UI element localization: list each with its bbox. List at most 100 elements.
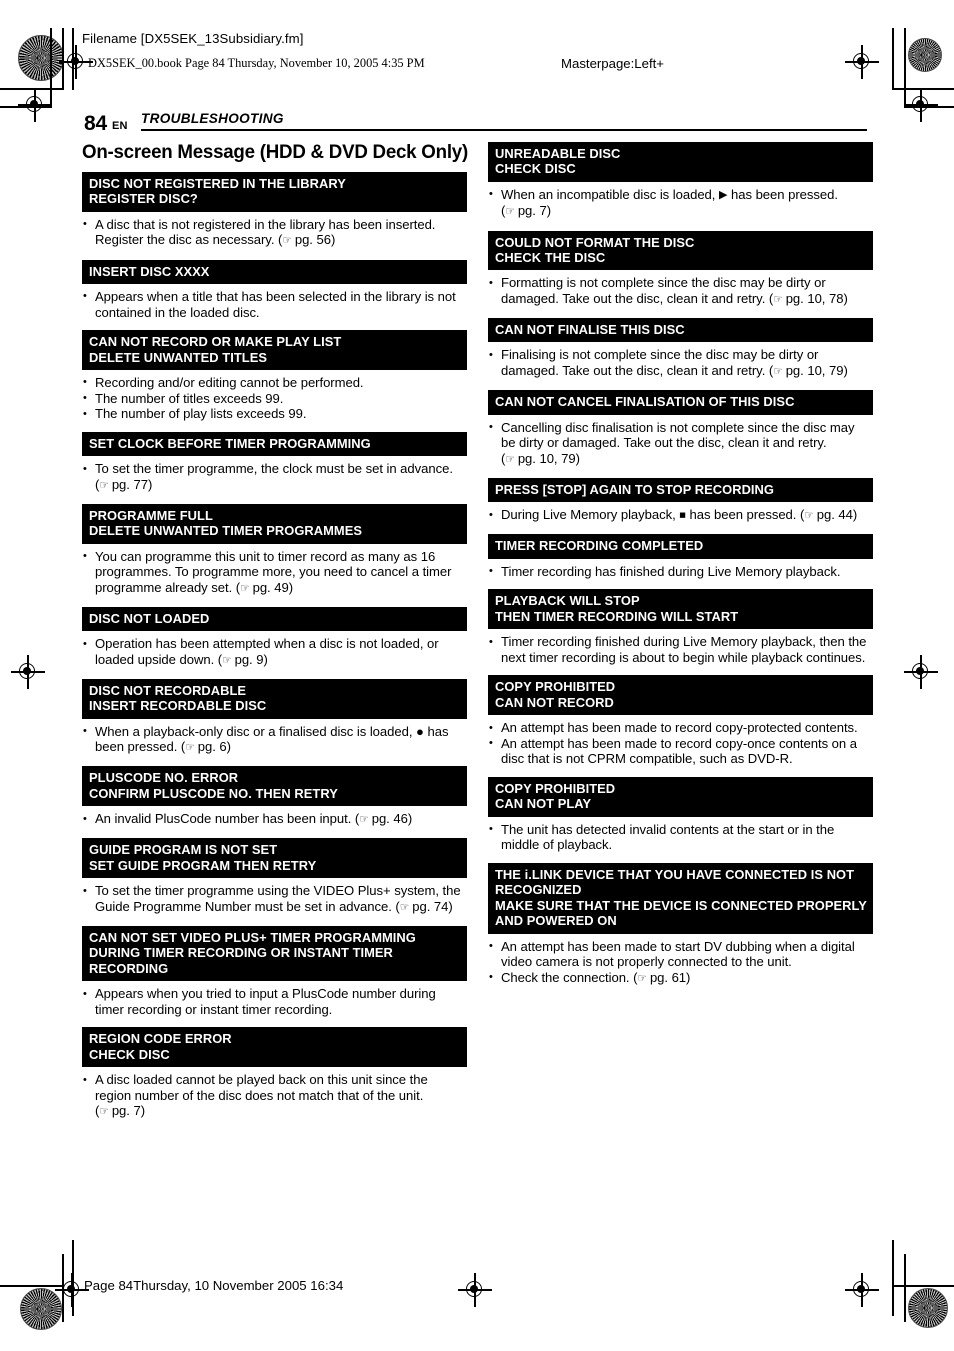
chapter-title: TROUBLESHOOTING [141, 111, 284, 126]
chapter-rule [141, 129, 867, 132]
body-text: ) [330, 232, 336, 248]
message-title-line: CAN NOT PLAY [495, 796, 592, 812]
onscreen-message-entry: PRESS [STOP] AGAIN TO STOP RECORDING Duri… [488, 477, 873, 525]
message-title-line: MAKE SURE THAT THE DEVICE IS CONNECTED P… [495, 897, 867, 913]
message-description: Finalising is not complete since the dis… [488, 342, 873, 380]
message-description: Cancelling disc finalisation is not comp… [488, 415, 873, 468]
onscreen-message-entry: INSERT DISC XXXX Appears when a title tha… [82, 259, 467, 321]
body-text: ) [448, 898, 453, 914]
body-text: ) [575, 450, 580, 466]
body-text: ) [686, 969, 691, 985]
onscreen-message-entry: CAN NOT CANCEL FINALISATION OF THIS DISC… [488, 390, 873, 468]
message-title-line: DELETE UNWANTED TITLES [89, 349, 267, 365]
page-reference-label: pg. 74 [412, 898, 449, 914]
onscreen-message-entry: COPY PROHIBITEDCAN NOT PLAY The unit has … [488, 776, 873, 853]
page-reference-label: pg. 56 [294, 232, 331, 248]
pointing-hand-icon: ☞ [804, 509, 814, 522]
onscreen-message-entry: CAN NOT SET VIDEO PLUS+ TIMER PROGRAMMIN… [82, 925, 467, 1017]
page-number: 84 [84, 112, 107, 135]
message-title-line: CONFIRM PLUSCODE NO. THEN RETRY [89, 785, 338, 801]
page-title: On-screen Message (HDD & DVD Deck Only) [82, 141, 468, 163]
message-title-line: INSERT DISC XXXX [89, 263, 210, 279]
pointing-hand-icon: ☞ [282, 234, 292, 247]
page-reference-label: pg. 61 [649, 969, 687, 985]
message-description: You can programme this unit to timer rec… [82, 544, 467, 597]
message-bullet-item: The number of titles exceeds 99. [83, 390, 465, 406]
message-bullet-item: The unit has detected invalid contents a… [489, 821, 871, 853]
message-title-bar: CAN NOT SET VIDEO PLUS+ TIMER PROGRAMMIN… [82, 925, 467, 982]
message-title-line: TIMER RECORDING COMPLETED [495, 538, 704, 554]
page-reference: ☞ pg. 74 [400, 899, 449, 914]
body-text: When an incompatible disc is loaded, [501, 186, 719, 202]
message-title-line: GUIDE PROGRAM IS NOT SET [89, 842, 278, 858]
message-title-line: COULD NOT FORMAT THE DISC [495, 234, 695, 250]
body-text: ) [226, 739, 231, 755]
onscreen-message-entry: THE i.LINK DEVICE THAT YOU HAVE CONNECTE… [488, 862, 873, 987]
body-text: Recording and/or editing cannot be perfo… [95, 374, 364, 390]
message-title-bar: COPY PROHIBITED CAN NOT PLAY [488, 776, 873, 817]
message-title-line: COPY PROHIBITED [495, 780, 616, 796]
message-column-left: DISC NOT REGISTERED IN THE LIBRARY REGIST… [82, 172, 467, 1130]
footer-text: Page 84Thursday, 10 November 2005 16:34 [84, 1278, 344, 1293]
pointing-hand-icon: ☞ [359, 813, 369, 826]
onscreen-message-entry: PROGRAMME FULL DELETE UNWANTED TIMER PROG… [82, 503, 467, 597]
message-bullet-item: Cancelling disc finalisation is not comp… [489, 419, 871, 468]
message-title-line: THE i.LINK DEVICE THAT YOU HAVE CONNECTE… [495, 866, 855, 882]
message-title-line: DURING TIMER RECORDING OR INSTANT TIMER [89, 945, 393, 961]
message-title-line: CAN NOT CANCEL FINALISATION OF THIS DISC [495, 394, 795, 410]
message-description: To set the timer programme, the clock mu… [82, 456, 467, 494]
body-text: Appears when a title that has been selec… [95, 288, 456, 320]
message-bullet-item: Timer recording has finished during Live… [489, 563, 871, 579]
page-reference: ☞ pg. 46 [359, 811, 408, 826]
body-text: The number of play lists exceeds 99. [95, 406, 307, 422]
message-title-bar: DISC NOT RECORDABLE INSERT RECORDABLE DIS… [82, 678, 467, 719]
body-text: An invalid PlusCode number has been inpu… [95, 811, 360, 827]
book-info-header: DX5SEK_00.book Page 84 Thursday, Novembe… [88, 56, 425, 70]
pointing-hand-icon: ☞ [99, 1105, 109, 1118]
body-text: An attempt has been made to record copy-… [501, 720, 858, 736]
message-title-bar: PROGRAMME FULL DELETE UNWANTED TIMER PROG… [82, 503, 467, 544]
message-bullet-item: An invalid PlusCode number has been inpu… [83, 811, 465, 828]
masterpage-label: Masterpage:Left+ [561, 56, 665, 71]
message-description: Operation has been attempted when a disc… [82, 631, 467, 669]
message-bullet-item: Timer recording finished during Live Mem… [489, 634, 871, 665]
page-reference: ☞ pg. 6 [185, 739, 226, 754]
page-reference: ☞ pg. 9 [222, 652, 263, 667]
message-title-bar: CAN NOT CANCEL FINALISATION OF THIS DISC [488, 390, 873, 415]
message-title-bar: PLAYBACK WILL STOP THEN TIMER RECORDING W… [488, 589, 873, 630]
onscreen-message-entry: PLAYBACK WILL STOP THEN TIMER RECORDING W… [488, 589, 873, 665]
page-reference: ☞ pg. 56 [282, 232, 331, 247]
page-reference: ☞ pg. 49 [240, 580, 289, 595]
page-reference-label: pg. 6 [197, 739, 227, 755]
message-title-line: DISC NOT LOADED [89, 610, 210, 626]
message-description: A disc that is not registered in the lib… [82, 212, 467, 250]
onscreen-message-entry: COPY PROHIBITEDCAN NOT RECORD An attempt … [488, 675, 873, 767]
pointing-hand-icon: ☞ [99, 479, 109, 492]
onscreen-message-entry: DISC NOT LOADED Operation has been attemp… [82, 606, 467, 669]
body-text: Timer recording finished during Live Mem… [501, 634, 867, 665]
body-text: ) [546, 203, 552, 219]
message-description: An invalid PlusCode number has been inpu… [82, 806, 467, 828]
message-title-line: DISC NOT REGISTERED IN THE LIBRARY [89, 176, 346, 191]
body-text: Check the connection. ( [501, 969, 638, 985]
message-bullet-item: You can programme this unit to timer rec… [83, 548, 465, 597]
body-text: The number of titles exceeds 99. [95, 390, 284, 406]
page-reference-label: pg. 46 [371, 811, 408, 827]
message-bullet-item: During Live Memory playback, ■ has been … [489, 507, 871, 524]
message-bullet-item: Check the connection. (☞ pg. 61) [489, 969, 871, 987]
message-title-bar: DISC NOT LOADED [82, 606, 467, 632]
pointing-hand-icon: ☞ [505, 205, 515, 218]
message-bullet-item: Finalising is not complete since the dis… [489, 347, 871, 380]
message-title-bar: GUIDE PROGRAM IS NOT SET SET GUIDE PROGRA… [82, 838, 467, 879]
body-text: The unit has detected invalid contents a… [501, 821, 835, 853]
page-reference-label: pg. 44 [816, 507, 853, 523]
pointing-hand-icon: ☞ [240, 582, 249, 595]
page-reference: ☞ pg. 77 [99, 477, 148, 492]
message-title-bar: REGION CODE ERROR CHECK DISC [82, 1027, 467, 1068]
onscreen-message-entry: DISC NOT REGISTERED IN THE LIBRARY REGIST… [82, 172, 467, 250]
message-bullet-item: Operation has been attempted when a disc… [83, 636, 465, 669]
message-bullet-item: A disc loaded cannot be played back on t… [83, 1072, 465, 1120]
message-bullet-item: To set the timer programme, the clock mu… [83, 461, 465, 494]
pointing-hand-icon: ☞ [505, 453, 515, 466]
message-title-bar: DISC NOT REGISTERED IN THE LIBRARY REGIST… [82, 172, 467, 212]
